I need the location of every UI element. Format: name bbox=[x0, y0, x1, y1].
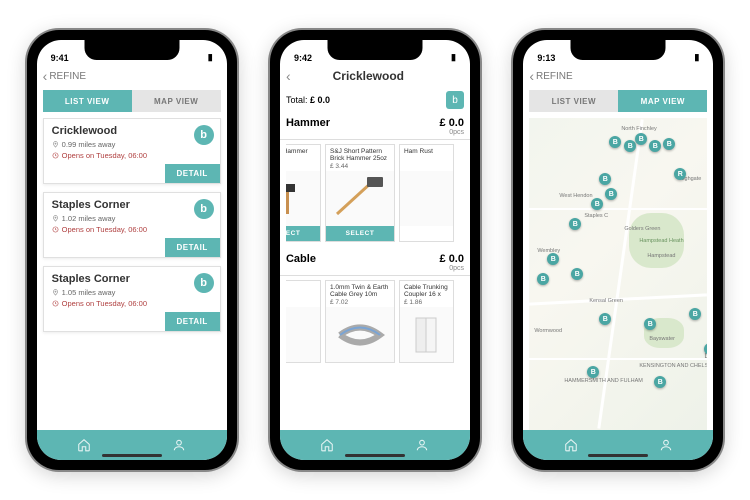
product-carousel[interactable]: m ( 1.0mm Twin & Earth Cable Grey 10m£ 7… bbox=[286, 280, 464, 363]
location-icon bbox=[52, 141, 59, 148]
store-card[interactable]: b Cricklewood 0.99 miles away Opens on T… bbox=[43, 118, 221, 184]
map-pin[interactable]: B bbox=[569, 218, 581, 230]
home-indicator bbox=[102, 454, 162, 457]
phone-product-view: 9:42 ▮ ‹ Cricklewood Total: £ 0.0 b Hamm… bbox=[270, 30, 480, 470]
total-row: Total: £ 0.0 b bbox=[280, 88, 470, 112]
signal-icon: ▮ bbox=[208, 52, 213, 63]
clock-icon bbox=[52, 300, 59, 307]
store-card[interactable]: b Staples Corner 1.05 miles away Opens o… bbox=[43, 266, 221, 332]
tab-map-view[interactable]: MAP VIEW bbox=[618, 90, 707, 112]
view-tabs: LIST VIEW MAP VIEW bbox=[43, 90, 221, 112]
detail-button[interactable]: DETAIL bbox=[165, 238, 220, 257]
phone-map-view: 9:13 ▮ ‹ REFINE LIST VIEW MAP VIEW North… bbox=[513, 30, 723, 470]
map-pin[interactable]: B bbox=[571, 268, 583, 280]
home-icon[interactable] bbox=[320, 438, 334, 452]
map-pin[interactable]: B bbox=[649, 140, 661, 152]
map-pin[interactable]: B bbox=[654, 376, 666, 388]
header: ‹ REFINE bbox=[37, 64, 227, 88]
store-name: Staples Corner bbox=[52, 199, 212, 211]
map-pin[interactable]: B bbox=[663, 138, 675, 150]
store-name: Cricklewood bbox=[52, 125, 212, 137]
product-card[interactable]: Ham Rust bbox=[399, 144, 454, 242]
brand-logo-icon: b bbox=[194, 125, 214, 145]
map-pin[interactable]: B bbox=[537, 273, 549, 285]
phone-list-view: 9:41 ▮ ‹ REFINE LIST VIEW MAP VIEW b Cri… bbox=[27, 30, 237, 470]
profile-icon[interactable] bbox=[172, 438, 186, 452]
brand-logo-icon: b bbox=[194, 273, 214, 293]
home-indicator bbox=[588, 454, 648, 457]
refine-link[interactable]: REFINE bbox=[49, 71, 86, 82]
clock-icon bbox=[52, 226, 59, 233]
product-content: Hammer £ 0.00pcs oss Pein Hammer 8oz SEL… bbox=[280, 112, 470, 430]
map-pin[interactable]: B bbox=[689, 308, 701, 320]
home-indicator bbox=[345, 454, 405, 457]
product-card[interactable]: Cable Trunking Coupler 16 x£ 1.86 bbox=[399, 280, 454, 363]
profile-icon[interactable] bbox=[659, 438, 673, 452]
status-time: 9:41 bbox=[51, 53, 69, 63]
location-icon bbox=[52, 215, 59, 222]
location-icon bbox=[52, 289, 59, 296]
product-image bbox=[400, 307, 453, 362]
product-image bbox=[400, 171, 453, 226]
product-image bbox=[326, 171, 394, 226]
header: ‹ Cricklewood bbox=[280, 64, 470, 88]
store-name: Staples Corner bbox=[52, 273, 212, 285]
product-image bbox=[326, 307, 394, 362]
tab-list-view[interactable]: LIST VIEW bbox=[43, 90, 132, 112]
category-name: Hammer bbox=[286, 117, 330, 129]
view-tabs: LIST VIEW MAP VIEW bbox=[529, 90, 707, 112]
bottom-nav bbox=[37, 430, 227, 460]
signal-icon: ▮ bbox=[694, 52, 699, 63]
map-pin[interactable]: B bbox=[609, 136, 621, 148]
map-pin[interactable]: B bbox=[547, 253, 559, 265]
refine-link[interactable]: REFINE bbox=[536, 71, 573, 82]
product-carousel[interactable]: oss Pein Hammer 8oz SELECT S&J Short Pat… bbox=[286, 144, 464, 242]
map-pin[interactable]: B bbox=[599, 313, 611, 325]
bottom-nav bbox=[523, 430, 713, 460]
bottom-nav bbox=[280, 430, 470, 460]
map-pin[interactable]: B bbox=[635, 133, 647, 145]
home-icon[interactable] bbox=[77, 438, 91, 452]
status-time: 9:13 bbox=[537, 53, 555, 63]
product-image bbox=[286, 171, 320, 226]
category-header: Cable £ 0.00pcs bbox=[280, 248, 470, 276]
category-header: Hammer £ 0.00pcs bbox=[280, 112, 470, 140]
detail-button[interactable]: DETAIL bbox=[165, 312, 220, 331]
product-card[interactable]: oss Pein Hammer 8oz SELECT bbox=[286, 144, 321, 242]
header: ‹ REFINE bbox=[523, 64, 713, 88]
detail-button[interactable]: DETAIL bbox=[165, 164, 220, 183]
product-card[interactable]: m ( bbox=[286, 280, 321, 363]
back-icon[interactable]: ‹ bbox=[43, 68, 48, 84]
select-button[interactable]: SELECT bbox=[326, 226, 394, 241]
map-pin[interactable]: B bbox=[704, 343, 707, 355]
tab-map-view[interactable]: MAP VIEW bbox=[132, 90, 221, 112]
signal-icon: ▮ bbox=[451, 52, 456, 63]
back-icon[interactable]: ‹ bbox=[529, 68, 534, 84]
brand-logo-icon: b bbox=[194, 199, 214, 219]
page-title: Cricklewood bbox=[280, 69, 464, 83]
product-card[interactable]: 1.0mm Twin & Earth Cable Grey 10m£ 7.02 bbox=[325, 280, 395, 363]
clock-icon bbox=[52, 152, 59, 159]
map-pin[interactable]: B bbox=[599, 173, 611, 185]
tab-list-view[interactable]: LIST VIEW bbox=[529, 90, 618, 112]
store-card[interactable]: b Staples Corner 1.02 miles away Opens o… bbox=[43, 192, 221, 258]
profile-icon[interactable] bbox=[415, 438, 429, 452]
product-image bbox=[286, 307, 320, 362]
home-icon[interactable] bbox=[564, 438, 578, 452]
product-card[interactable]: S&J Short Pattern Brick Hammer 25oz£ 3.4… bbox=[325, 144, 395, 242]
brand-logo-icon: b bbox=[446, 91, 464, 109]
status-time: 9:42 bbox=[294, 53, 312, 63]
map-pin[interactable]: B bbox=[605, 188, 617, 200]
select-button[interactable]: SELECT bbox=[286, 226, 320, 241]
map-pin[interactable]: B bbox=[624, 140, 636, 152]
store-list: b Cricklewood 0.99 miles away Opens on T… bbox=[37, 118, 227, 430]
map[interactable]: North Finchley Highgate West Hendon Stap… bbox=[529, 118, 707, 430]
map-pin[interactable]: B bbox=[587, 366, 599, 378]
category-name: Cable bbox=[286, 253, 316, 265]
